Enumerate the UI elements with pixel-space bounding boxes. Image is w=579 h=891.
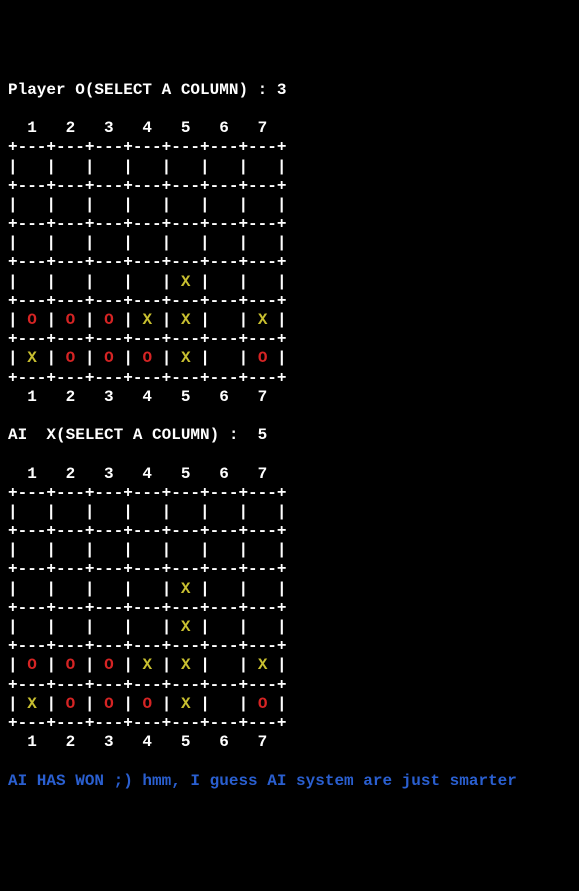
piece-o: O [66, 656, 76, 674]
col-header-top-1: 1 2 3 4 5 6 7 [8, 119, 267, 137]
piece-o: O [27, 656, 37, 674]
board-divider: +---+---+---+---+---+---+---+ [8, 253, 286, 271]
board-divider: +---+---+---+---+---+---+---+ [8, 560, 286, 578]
board-row-5: | O | O | O | X | X | | X | [8, 311, 287, 329]
board-divider: +---+---+---+---+---+---+---+ [8, 522, 286, 540]
board-row-4: | | | | | X | | | [8, 273, 287, 291]
board-divider: +---+---+---+---+---+---+---+ [8, 215, 286, 233]
board-divider: +---+---+---+---+---+---+---+ [8, 177, 286, 195]
player-prompt: Player O(SELECT A COLUMN) : 3 [8, 81, 286, 99]
board-row-empty: | | | | | | | | [8, 158, 286, 176]
board-divider: +---+---+---+---+---+---+---+ [8, 330, 286, 348]
piece-o: O [27, 311, 37, 329]
board-row-5b: | O | O | O | X | X | | X | [8, 656, 287, 674]
piece-o: O [143, 695, 153, 713]
piece-x: X [258, 656, 268, 674]
piece-o: O [104, 695, 114, 713]
piece-o: O [104, 656, 114, 674]
board-row-4b: | | | | | X | | | [8, 618, 287, 636]
board-divider: +---+---+---+---+---+---+---+ [8, 599, 286, 617]
piece-x: X [181, 695, 191, 713]
piece-o: O [143, 349, 153, 367]
piece-x: X [181, 656, 191, 674]
piece-x: X [143, 656, 153, 674]
piece-x: X [181, 618, 191, 636]
piece-x: X [181, 273, 191, 291]
terminal-output: Player O(SELECT A COLUMN) : 3 1 2 3 4 5 … [8, 81, 571, 791]
win-message: AI HAS WON ;) hmm, I guess AI system are… [8, 772, 517, 790]
piece-x: X [181, 349, 191, 367]
piece-x: X [27, 349, 37, 367]
col-header-bottom-2: 1 2 3 4 5 6 7 [8, 733, 267, 751]
board-divider: +---+---+---+---+---+---+---+ [8, 138, 286, 156]
col-header-top-2: 1 2 3 4 5 6 7 [8, 465, 267, 483]
board-divider: +---+---+---+---+---+---+---+ [8, 637, 286, 655]
board-row-empty: | | | | | | | | [8, 541, 286, 559]
piece-x: X [258, 311, 268, 329]
piece-o: O [66, 311, 76, 329]
board-row-empty: | | | | | | | | [8, 196, 286, 214]
piece-o: O [66, 349, 76, 367]
col-header-bottom-1: 1 2 3 4 5 6 7 [8, 388, 267, 406]
piece-o: O [258, 349, 268, 367]
board-divider: +---+---+---+---+---+---+---+ [8, 369, 286, 387]
board-row-empty: | | | | | | | | [8, 503, 286, 521]
piece-o: O [66, 695, 76, 713]
piece-x: X [143, 311, 153, 329]
board-row-3b: | | | | | X | | | [8, 580, 287, 598]
board-divider: +---+---+---+---+---+---+---+ [8, 292, 286, 310]
piece-o: O [104, 311, 114, 329]
piece-x: X [181, 580, 191, 598]
board-divider: +---+---+---+---+---+---+---+ [8, 676, 286, 694]
piece-x: X [181, 311, 191, 329]
board-row-6: | X | O | O | O | X | | O | [8, 349, 287, 367]
board-divider: +---+---+---+---+---+---+---+ [8, 714, 286, 732]
ai-prompt: AI X(SELECT A COLUMN) : 5 [8, 426, 267, 444]
board-divider: +---+---+---+---+---+---+---+ [8, 484, 286, 502]
board-row-6b: | X | O | O | O | X | | O | [8, 695, 287, 713]
board-row-empty: | | | | | | | | [8, 234, 286, 252]
piece-o: O [104, 349, 114, 367]
piece-o: O [258, 695, 268, 713]
piece-x: X [27, 695, 37, 713]
